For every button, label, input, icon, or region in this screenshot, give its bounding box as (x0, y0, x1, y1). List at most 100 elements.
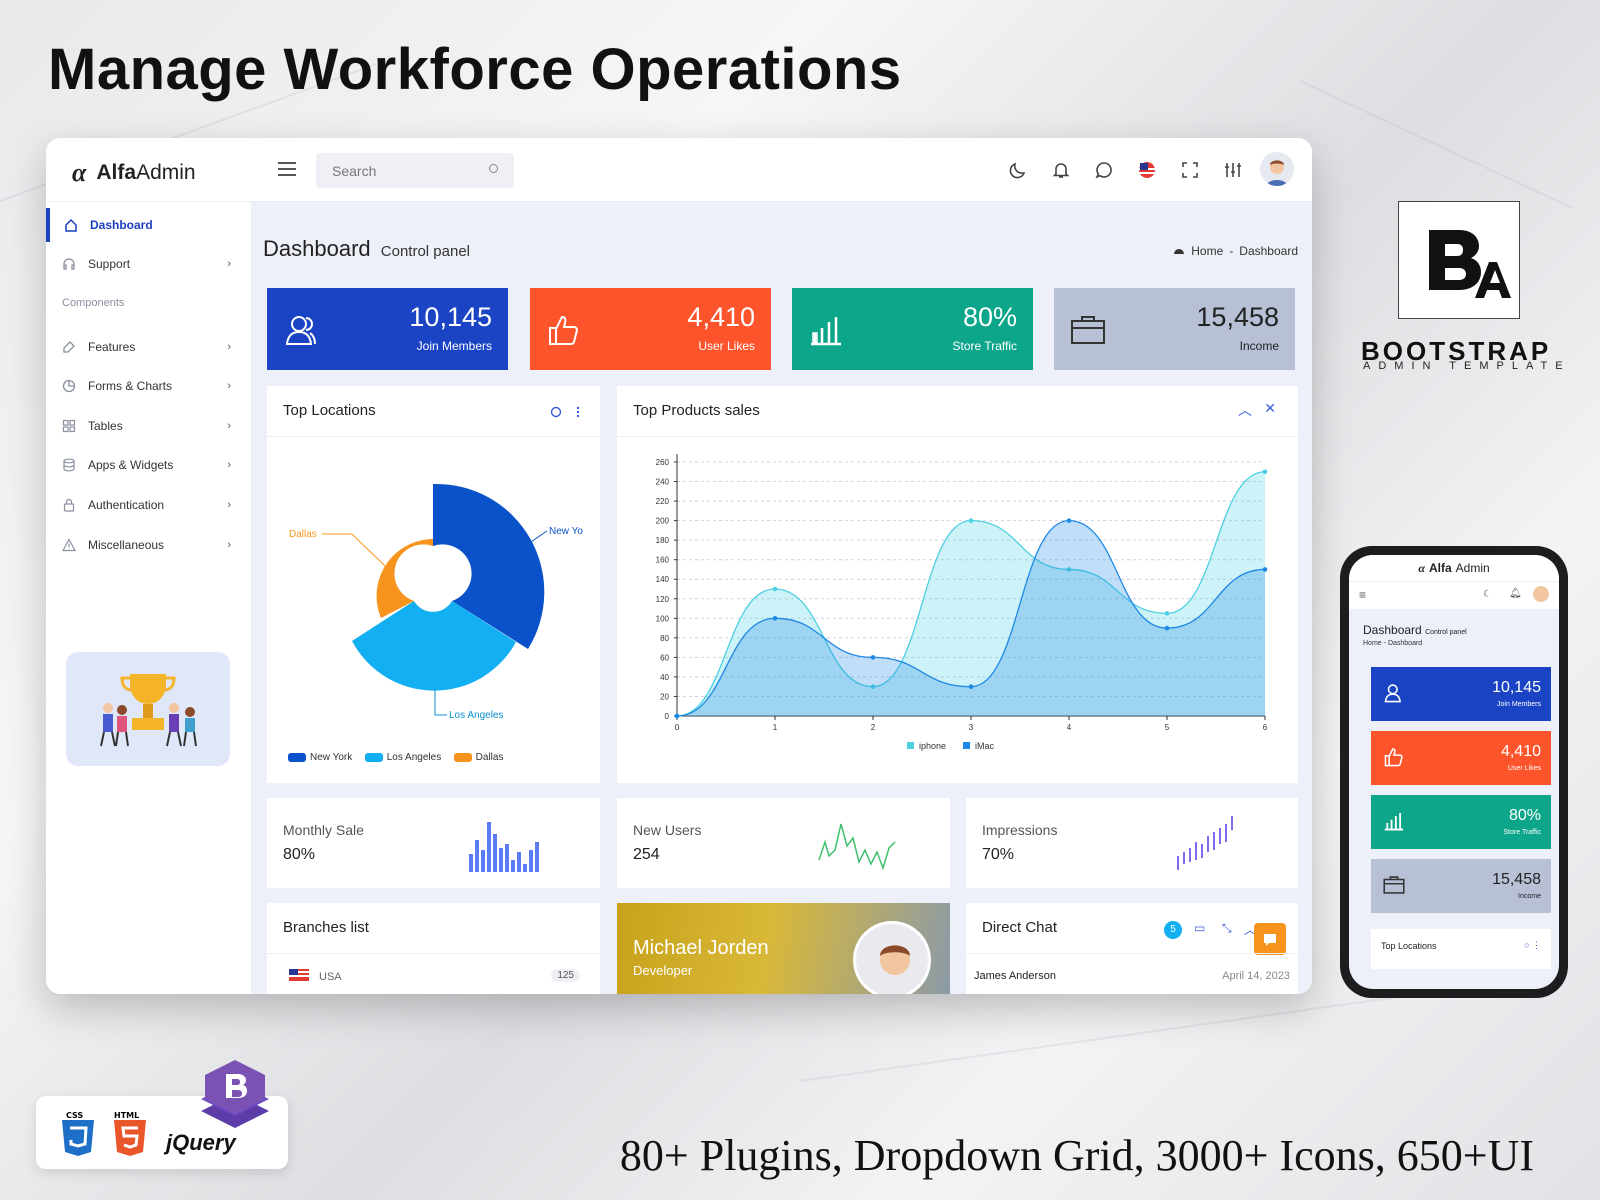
edit-icon (63, 341, 75, 353)
moon-icon[interactable]: ☾ (1483, 589, 1492, 600)
comments-icon[interactable]: ▭ (1194, 921, 1205, 935)
y-tick-label: 160 (656, 556, 670, 565)
bootstrap-stack-icon (201, 1060, 269, 1128)
tagline: 80+ Plugins, Dropdown Grid, 3000+ Icons,… (619, 1131, 1534, 1180)
chat-action-button[interactable] (1254, 923, 1286, 955)
briefcase-icon (1071, 316, 1105, 344)
sidebar-item-features[interactable]: Features › (46, 330, 251, 364)
x-tick-label: 0 (675, 723, 680, 732)
data-point (1262, 567, 1268, 572)
search-icon[interactable] (489, 164, 498, 173)
settings-sliders-icon[interactable] (1223, 160, 1243, 180)
sidebar-item-tables[interactable]: Tables › (46, 409, 251, 443)
bell-icon[interactable] (1051, 160, 1071, 180)
collapse-icon[interactable]: ︿ (1238, 400, 1252, 420)
direct-chat-card: Direct Chat 5 ▭ ⤡ ︿ James Anderson April… (966, 903, 1298, 994)
user-avatar[interactable] (1260, 152, 1294, 186)
data-point (1164, 625, 1170, 631)
stat-card-income[interactable]: 15,458 Income (1054, 288, 1295, 370)
refresh-icon[interactable] (550, 406, 562, 418)
legend-item[interactable]: New York (288, 752, 352, 763)
y-tick-label: 100 (656, 614, 670, 623)
sidebar-item-dashboard[interactable]: Dashboard (46, 208, 251, 242)
close-icon[interactable]: ✕ (1264, 400, 1276, 417)
refresh-icon[interactable]: ○ ⋮ (1524, 940, 1541, 951)
phone-brand: α Alfa Admin (1349, 555, 1559, 581)
data-point (772, 586, 778, 592)
bootstrap-subtitle: ADMIN TEMPLATE (1363, 360, 1571, 372)
stat-value: 80% (962, 302, 1017, 332)
headset-icon (63, 258, 75, 270)
phone-stat-card[interactable]: 10,145 Join Members (1371, 667, 1551, 721)
legend-item[interactable]: Los Angeles (364, 752, 441, 763)
stat-label: Join Members (416, 339, 492, 353)
tech-label: CSS (66, 1111, 83, 1120)
stat-card-traffic[interactable]: 80% Store Traffic (792, 288, 1033, 370)
us-flag-icon[interactable] (1137, 160, 1157, 180)
phone-stat-card[interactable]: 15,458 Income (1371, 859, 1551, 913)
bell-icon[interactable]: 🔔︎ (1509, 588, 1522, 599)
grid-icon (62, 419, 76, 433)
y-tick-label: 200 (656, 517, 670, 526)
sidebar-item-apps-widgets[interactable]: Apps & Widgets › (46, 448, 251, 482)
y-tick-label: 140 (656, 575, 670, 584)
mini-title: Monthly Sale (283, 822, 364, 838)
topbar: α AlfaAdmin Search (46, 138, 1312, 202)
branch-count-badge: 125 (551, 969, 580, 982)
user-avatar[interactable] (1533, 586, 1549, 602)
html5-icon: HTML (114, 1111, 146, 1156)
chevron-right-icon: › (227, 258, 231, 270)
users-icon (285, 316, 316, 345)
legend-item[interactable]: Dallas (453, 752, 503, 763)
label-new-york: New Yo (549, 526, 583, 537)
sidebar-item-label: Authentication (88, 498, 165, 512)
chat-date: April 14, 2023 (1222, 970, 1290, 982)
chat-icon[interactable] (1094, 160, 1114, 180)
sparkline-bars (469, 822, 539, 872)
menu-icon[interactable]: ≡ (1359, 588, 1366, 602)
stat-label: Income (1239, 339, 1279, 353)
logo-bold: Alfa (96, 161, 137, 184)
mini-value: 254 (633, 846, 660, 863)
phone-mockup: α Alfa Admin ≡ ☾ 🔔︎ Dashboard Control pan… (1340, 546, 1568, 998)
fullscreen-icon[interactable] (1180, 160, 1200, 180)
sidebar-item-authentication[interactable]: Authentication › (46, 488, 251, 522)
database-icon (63, 458, 75, 472)
stat-value: 4,410 (687, 302, 755, 332)
impressions-card: Impressions 70% (966, 798, 1298, 888)
phone-stat-card[interactable]: 4,410 User Likes (1371, 731, 1551, 785)
dashboard-gauge-icon (1174, 249, 1185, 254)
more-vertical-icon[interactable] (576, 406, 580, 418)
profile-avatar (853, 921, 931, 994)
area-chart: 0 20 40 60 80 100 120 140 160 180 200 220 240 260 0 1 2 3… (656, 454, 1268, 751)
expand-icon[interactable]: ⤡ (1222, 921, 1232, 936)
stat-card-members[interactable]: 10,145 Join Members (267, 288, 508, 370)
brand-logo[interactable]: α AlfaAdmin (72, 158, 196, 188)
card-title: Top Products sales (633, 402, 760, 419)
search-placeholder: Search (332, 163, 377, 179)
y-tick-label: 240 (656, 478, 670, 487)
legend-swatch (907, 742, 914, 749)
card-title: Direct Chat (982, 919, 1058, 936)
moon-icon[interactable] (1008, 160, 1028, 180)
card-title: Top Locations (283, 402, 376, 419)
sidebar-item-forms-charts[interactable]: Forms & Charts › (46, 369, 251, 403)
mini-title: New Users (633, 822, 702, 838)
sidebar-item-support[interactable]: Support › (46, 247, 251, 281)
menu-icon[interactable] (278, 162, 296, 180)
phone-stat-card[interactable]: 80% Store Traffic (1371, 795, 1551, 849)
data-point (968, 518, 974, 523)
stat-card-likes[interactable]: 4,410 User Likes (530, 288, 771, 370)
x-tick-label: 6 (1263, 723, 1268, 732)
alpha-logo-icon: α (72, 158, 87, 187)
profile-card[interactable]: Michael Jorden Developer (617, 903, 950, 994)
chat-bubble-icon (1264, 934, 1276, 946)
css3-icon: CSS (62, 1111, 94, 1156)
breadcrumb-home[interactable]: Home (1191, 244, 1223, 258)
users-icon (1384, 684, 1401, 703)
sidebar-item-miscellaneous[interactable]: Miscellaneous › (46, 528, 251, 562)
search-input[interactable]: Search (316, 153, 514, 188)
thumbs-up-icon (1384, 748, 1403, 767)
chevron-right-icon: › (227, 380, 231, 392)
y-tick-label: 120 (656, 595, 670, 604)
